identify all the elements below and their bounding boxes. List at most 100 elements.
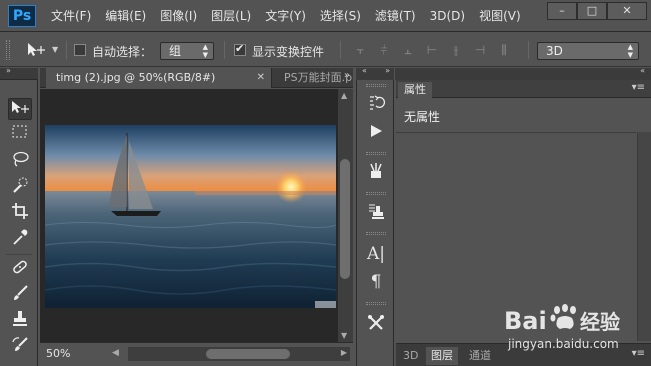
stamp-icon [13, 311, 27, 326]
svg-text:Bai: Bai [504, 307, 547, 335]
baidu-jingyan-watermark: Bai 经验 jingyan.baidu.com [500, 296, 648, 356]
align-hcenter-icon[interactable]: ⫲ [444, 43, 468, 57]
crop-icon [12, 203, 28, 219]
eyedropper-icon [13, 229, 28, 245]
dock-grip[interactable] [366, 84, 386, 87]
separator [224, 41, 225, 59]
auto-select-target-select[interactable]: 组 ▲ ▼ [160, 42, 214, 60]
lasso-icon [13, 151, 29, 167]
show-transform-checkbox[interactable] [234, 42, 246, 56]
menu-3d[interactable]: 3D(D) [423, 0, 472, 32]
3d-mode-select[interactable]: 3D ▲ ▼ [537, 42, 639, 60]
tab-properties[interactable]: 属性 [398, 82, 432, 98]
menu-edit[interactable]: 编辑(E) [98, 0, 153, 32]
clone-source-icon[interactable] [366, 202, 386, 222]
zoom-level[interactable]: 50% [46, 347, 70, 360]
distribute-icon[interactable]: ⫼ [492, 43, 516, 57]
panel-menu-icon[interactable]: ▾≡ [632, 82, 645, 93]
properties-content: 无属性 [404, 110, 441, 124]
panel-dock: A| ¶ [356, 80, 394, 366]
clone-stamp-tool-button[interactable] [8, 310, 32, 332]
status-menu-icon[interactable]: ◀ [112, 348, 119, 358]
show-transform-label: 显示变换控件 [252, 45, 325, 59]
svg-text:经验: 经验 [580, 310, 620, 334]
lasso-tool-button[interactable] [8, 150, 32, 172]
tab-3d[interactable]: 3D [398, 347, 423, 365]
tool-presets-icon[interactable] [366, 162, 386, 182]
paragraph-icon[interactable]: ¶ [366, 272, 386, 292]
horizontal-scroll-thumb[interactable] [206, 349, 290, 359]
collapse-icon[interactable]: « [362, 66, 367, 75]
quick-select-tool-button[interactable] [8, 176, 32, 198]
history-brush-icon [12, 337, 28, 351]
photoshop-logo[interactable]: Ps [8, 5, 36, 27]
menu-filter[interactable]: 滤镜(T) [368, 0, 423, 32]
align-vcenter-icon[interactable]: ⫩ [372, 43, 396, 57]
dock-header[interactable]: « » [356, 66, 394, 80]
status-bar: 50% ◀ ▶ [40, 342, 353, 366]
more-tabs-icon[interactable]: » [344, 70, 350, 81]
document-image[interactable] [45, 125, 336, 308]
horizontal-scrollbar[interactable]: ▶ [128, 347, 350, 361]
expand-icon[interactable]: » [385, 66, 390, 75]
align-top-icon[interactable]: ⫟ [348, 43, 372, 57]
dock-grip[interactable] [366, 192, 386, 195]
move-tool-button[interactable] [8, 98, 32, 120]
menu-image[interactable]: 图像(I) [153, 0, 204, 32]
tool-preset-dropdown-icon[interactable]: ▼ [52, 45, 58, 54]
move-icon [12, 101, 29, 113]
play-icon[interactable] [366, 122, 386, 142]
brush-tool-button[interactable] [8, 284, 32, 306]
scroll-down-icon[interactable]: ▼ [341, 331, 347, 340]
dock-grip[interactable] [366, 152, 386, 155]
window-controls: – □ ✕ [547, 2, 647, 20]
history-icon[interactable] [366, 94, 386, 114]
tab-layers[interactable]: 图层 [426, 347, 458, 365]
dock-grip[interactable] [366, 302, 386, 305]
maximize-button[interactable]: □ [577, 2, 607, 20]
align-left-icon[interactable]: ⊢ [420, 43, 444, 57]
vertical-scroll-thumb[interactable] [340, 159, 350, 279]
align-right-icon[interactable]: ⊣ [468, 43, 492, 57]
eyedropper-tool-button[interactable] [8, 228, 32, 250]
menu-layer[interactable]: 图层(L) [204, 0, 258, 32]
toolbox [0, 80, 38, 366]
properties-tabbar: 属性 ▾≡ [396, 80, 651, 98]
marquee-tool-button[interactable] [8, 124, 32, 146]
move-tool-icon[interactable] [26, 42, 48, 62]
scroll-right-icon[interactable]: ▶ [341, 348, 347, 357]
toolbox-header[interactable]: » [0, 66, 38, 80]
character-icon[interactable]: A| [366, 244, 386, 264]
auto-select-label: 自动选择： [92, 45, 153, 59]
menu-view[interactable]: 视图(V) [472, 0, 528, 32]
toolbox-divider [6, 254, 32, 255]
history-brush-tool-button[interactable] [8, 336, 32, 358]
properties-panel-header[interactable]: « [395, 66, 651, 80]
menu-type[interactable]: 文字(Y) [258, 0, 313, 32]
close-button[interactable]: ✕ [607, 2, 647, 20]
separator [66, 41, 67, 59]
options-bar-grip[interactable] [6, 40, 10, 60]
menu-file[interactable]: 文件(F) [44, 0, 98, 32]
canvas-area[interactable] [40, 89, 338, 342]
scroll-up-icon[interactable]: ▲ [341, 91, 347, 100]
svg-text:jingyan.baidu.com: jingyan.baidu.com [507, 337, 619, 351]
expand-icon[interactable]: » [6, 66, 11, 75]
tools-icon[interactable] [366, 314, 386, 334]
tab-active-document[interactable]: timg (2).jpg @ 50%(RGB/8#) ✕ [46, 68, 272, 88]
auto-select-checkbox[interactable] [74, 44, 86, 56]
minimize-button[interactable]: – [547, 2, 577, 20]
align-bottom-icon[interactable]: ⫠ [396, 43, 420, 57]
bandage-icon [13, 260, 27, 274]
menu-select[interactable]: 选择(S) [313, 0, 368, 32]
dock-grip[interactable] [366, 232, 386, 235]
properties-divider [396, 132, 636, 133]
healing-brush-tool-button[interactable] [8, 258, 32, 280]
tab-channels[interactable]: 通道 [464, 347, 496, 365]
close-icon[interactable]: ✕ [257, 68, 265, 88]
separator [528, 41, 529, 59]
collapse-icon[interactable]: « [640, 66, 645, 75]
options-bar: ▼ 自动选择： 组 ▲▼ 显示变换控件 ⫟ ⫩ ⫠ ⊢ ⫲ ⊣ ⫼ 3D ▲▼ [0, 33, 651, 67]
vertical-scrollbar[interactable]: ▲ ▼ [338, 89, 353, 342]
crop-tool-button[interactable] [8, 202, 32, 224]
